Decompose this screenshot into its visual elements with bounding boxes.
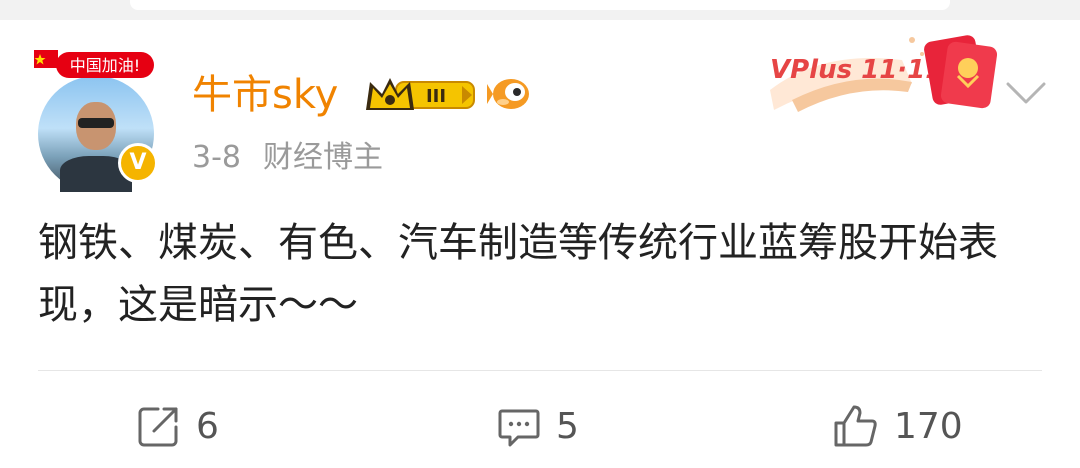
post-date: 3-8 [192,140,241,175]
avatar-badge-text: 中国加油! [70,56,140,75]
author-role: 财经博主 [263,140,383,175]
promo-text: VPlus 11·11 [770,55,943,85]
post-content: 钢铁、煤炭、有色、汽车制造等传统行业蓝筹股开始表现，这是暗示～～ [38,220,998,328]
like-button[interactable]: 170 [830,400,963,452]
post-meta: 3-8 财经博主 [192,140,405,176]
like-count: 170 [894,405,963,447]
username[interactable]: 牛市sky [192,70,338,120]
repost-button[interactable]: 6 [136,400,219,452]
level-text: III [426,86,446,107]
avatar-sunglasses [78,118,114,128]
crown-level-icon: III [366,78,475,110]
china-flag-badge-icon: 中国加油! [34,50,154,78]
comment-button[interactable]: 5 [496,400,579,452]
chevron-down-icon[interactable] [1002,76,1050,112]
vplus-promo-badge-icon[interactable]: VPlus 11·11 [762,30,1002,120]
share-icon [138,407,178,447]
verified-badge-icon: V [118,143,158,183]
thumbs-up-icon [834,405,877,447]
comment-count: 5 [556,405,579,447]
repost-count: 6 [196,405,219,447]
divider [38,370,1042,371]
previous-card-bottom [130,0,950,10]
comment-icon [498,409,540,447]
fish-badge-icon [487,79,529,109]
